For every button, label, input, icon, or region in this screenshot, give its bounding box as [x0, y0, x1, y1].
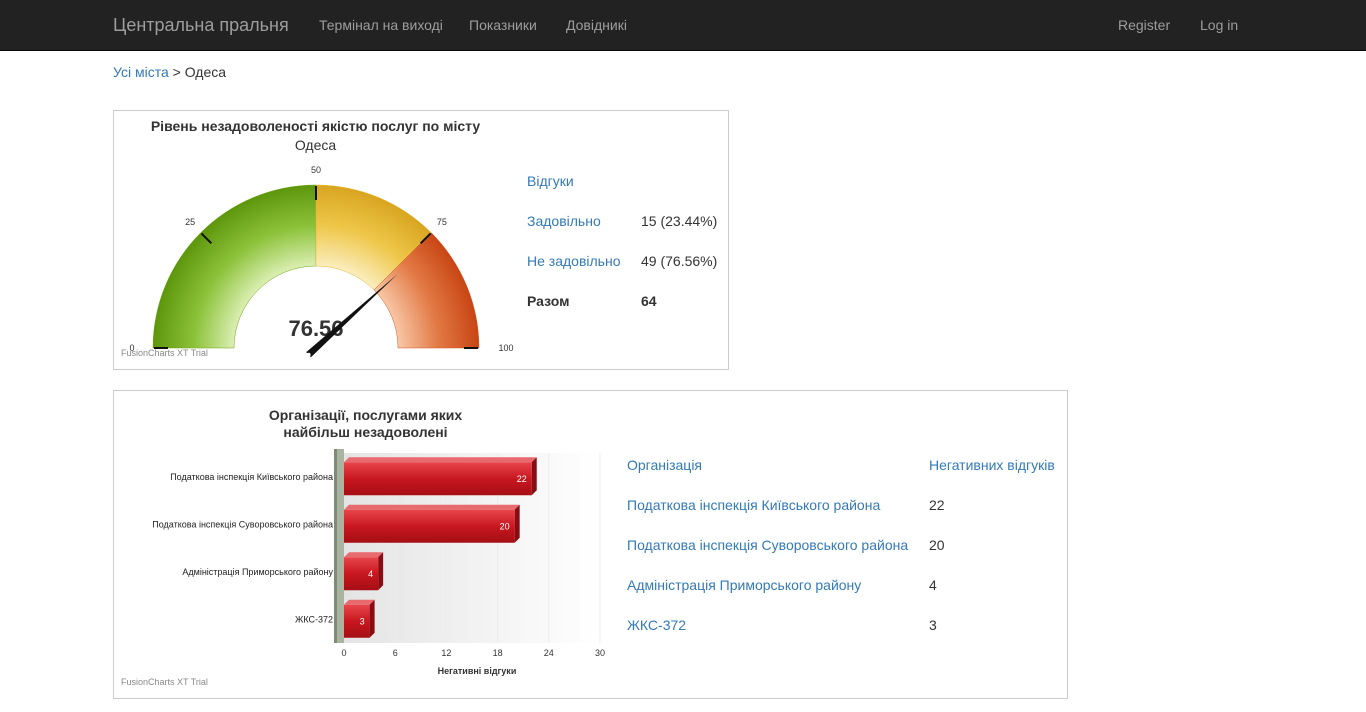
- total-label: Разом: [527, 293, 570, 309]
- bar-value-label: 4: [368, 569, 373, 579]
- bar-tick-label: 0: [341, 648, 346, 658]
- gauge-watermark: FusionCharts XT Trial: [121, 348, 208, 358]
- bar-tick-label: 12: [441, 648, 451, 658]
- bar: [344, 604, 370, 638]
- satisfactory-value: 15 (23.44%): [641, 213, 718, 229]
- unsatisfactory-label[interactable]: Не задовільно: [527, 253, 620, 269]
- login-link[interactable]: Log in: [1200, 0, 1238, 50]
- nav-link-terminal[interactable]: Термінал на виході: [319, 0, 443, 50]
- navbar: Центральна пральня Термінал на виході По…: [0, 0, 1366, 51]
- bar-tick-label: 6: [393, 648, 398, 658]
- bar-top-face: [344, 552, 384, 558]
- bar-category-label: Податкова інспекція Суворовського района: [152, 519, 333, 529]
- org-row-link[interactable]: Адміністрація Приморського району: [627, 577, 861, 593]
- org-row-count: 22: [929, 497, 945, 513]
- bar-panel: 22 20 4 3 Податкова інспекція Київського ра…: [113, 390, 1068, 699]
- gauge-panel: 0 25 50 75 100 76.56 Рівень незадоволеності …: [113, 110, 729, 370]
- nav-link-indicators[interactable]: Показники: [469, 0, 537, 50]
- bar-title-line1: Організації, послугами яких: [268, 407, 463, 423]
- org-row-link[interactable]: ЖКС-372: [627, 617, 686, 633]
- breadcrumb: Усі міста > Одеса: [113, 64, 226, 80]
- gauge-tick-label: 25: [185, 217, 195, 227]
- bar-value-label: 22: [517, 474, 527, 484]
- bar-title: Організації, послугами яких найбільш нез…: [114, 407, 617, 441]
- satisfactory-label[interactable]: Задовільно: [527, 213, 601, 229]
- org-row-count: 20: [929, 537, 945, 553]
- gauge-tick-label: 50: [311, 165, 321, 175]
- bar-watermark: FusionCharts XT Trial: [121, 677, 208, 687]
- gauge-tick-label: 100: [498, 343, 513, 353]
- bar-side-face: [531, 457, 537, 496]
- bar: [344, 509, 515, 543]
- gauge-subtitle: Одеса: [294, 137, 337, 153]
- gauge-tick-label: 75: [437, 217, 447, 227]
- bar-top-face: [344, 599, 375, 605]
- bar-xlabel: Негативні відгуки: [438, 666, 517, 676]
- register-link[interactable]: Register: [1118, 0, 1170, 50]
- bar-side-face: [514, 504, 520, 543]
- bar: [344, 462, 532, 496]
- bar-value-label: 20: [500, 521, 510, 531]
- gauge-needle-pivot: [306, 352, 311, 357]
- bar-side-face: [378, 552, 384, 591]
- bar-category-label: Адміністрація Приморського району: [182, 567, 333, 577]
- breadcrumb-current: Одеса: [184, 64, 227, 80]
- bar-tick-label: 18: [493, 648, 503, 658]
- nav-link-directories[interactable]: Довідникі: [566, 0, 627, 50]
- total-value: 64: [641, 293, 657, 309]
- unsatisfactory-value: 49 (76.56%): [641, 253, 718, 269]
- bar-category-label: ЖКС-372: [295, 614, 333, 624]
- bar-title-line2: найбільш незадоволені: [283, 424, 448, 440]
- bar-tick-label: 30: [595, 648, 605, 658]
- bar-top-face: [344, 504, 520, 510]
- org-row-link[interactable]: Податкова інспекція Суворовського района: [627, 537, 908, 553]
- bar-category-label: Податкова інспекція Київського района: [170, 472, 333, 482]
- org-column-header[interactable]: Організація: [627, 457, 702, 473]
- gauge-title: Рівень незадоволеності якістю послуг по …: [150, 118, 481, 134]
- org-row-count: 3: [929, 617, 937, 633]
- org-row-link[interactable]: Податкова інспекція Київського района: [627, 497, 880, 513]
- breadcrumb-separator: >: [168, 64, 185, 80]
- bar-top-face: [344, 457, 537, 463]
- bar-tick-label: 24: [544, 648, 554, 658]
- count-column-header[interactable]: Негативних відгуків: [929, 457, 1055, 473]
- breadcrumb-all-cities[interactable]: Усі міста: [113, 64, 169, 80]
- org-row-count: 4: [929, 577, 937, 593]
- bar-side-face: [369, 599, 375, 638]
- bar-value-label: 3: [360, 616, 365, 626]
- feedback-header[interactable]: Відгуки: [527, 173, 574, 189]
- brand-link[interactable]: Центральна пральня: [113, 0, 289, 50]
- bar-axis-wall-edge: [334, 449, 337, 643]
